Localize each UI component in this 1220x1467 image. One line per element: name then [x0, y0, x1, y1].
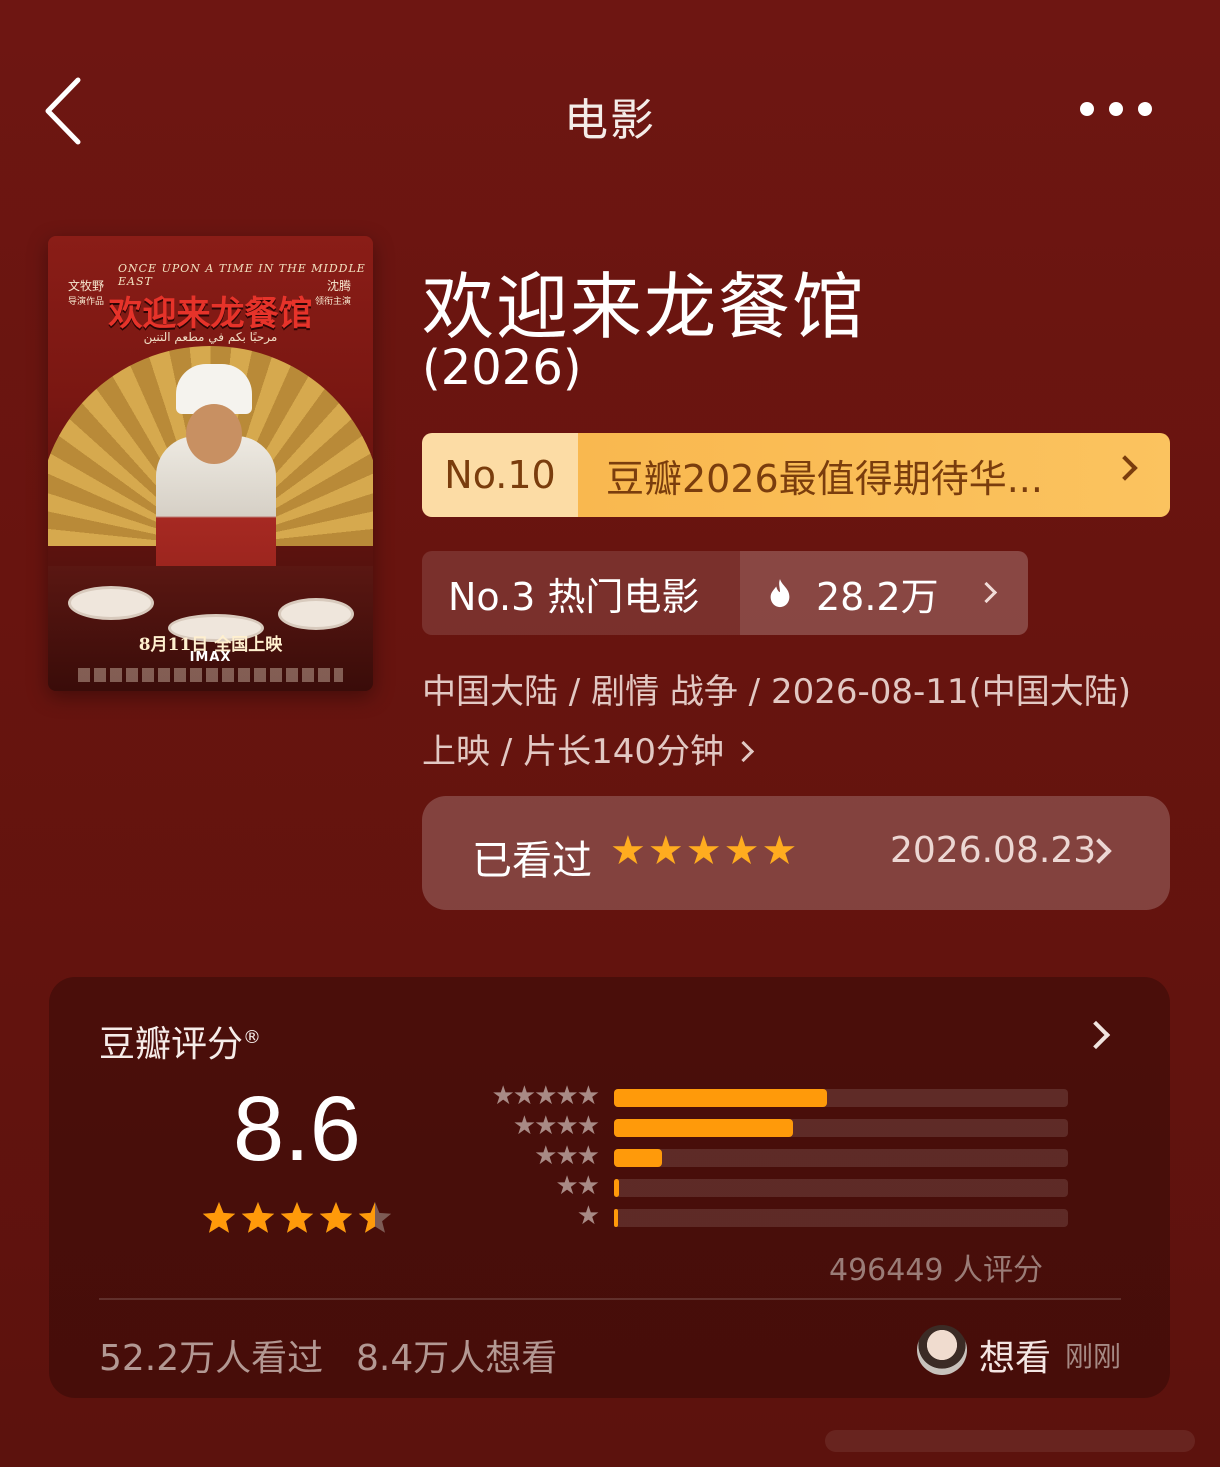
distribution-track: [614, 1149, 1068, 1167]
page-title: 电影: [564, 95, 656, 146]
rating-count: 496449 人评分: [829, 1253, 1044, 1288]
divider: [99, 1298, 1121, 1300]
distribution-stars-label: ★: [576, 1201, 600, 1231]
poster-credits: [78, 668, 343, 682]
distribution-track: [614, 1209, 1068, 1227]
more-dot-icon: [1080, 102, 1094, 116]
flame-icon: [770, 578, 790, 608]
registered-mark: ®: [243, 1027, 262, 1048]
ranking-list-banner[interactable]: No.10 豆瓣2026最值得期待华...: [422, 433, 1170, 517]
ranking-number: No.10: [422, 433, 578, 517]
movie-meta-more[interactable]: 上映 / 片长140分钟: [422, 724, 755, 773]
want-to-watch-button[interactable]: 想看: [979, 1329, 1051, 1381]
more-dot-icon: [1109, 102, 1123, 116]
movie-year: (2026): [422, 340, 582, 396]
star-filled-icon: [319, 1202, 353, 1233]
distribution-stars-label: ★★★★★: [491, 1081, 600, 1111]
more-options-button[interactable]: [1080, 96, 1152, 122]
distribution-bar: [614, 1089, 828, 1107]
hot-count-box: 28.2万: [740, 551, 1028, 635]
rating-distribution-row: ★★★★★: [429, 1081, 1069, 1111]
top-navigation-bar: 电影: [0, 0, 1220, 220]
my-rating-stars: ★★★★★: [610, 828, 800, 874]
home-indicator: [825, 1430, 1195, 1452]
rating-distribution-row: ★★: [429, 1171, 1069, 1201]
douban-rating-card: 豆瓣评分® 8.6 ★★★★★ ★★★★ ★★★ ★★ ★ 496449 人评分 52.…: [49, 977, 1170, 1398]
rating-detail-chevron-icon[interactable]: [1081, 1020, 1111, 1050]
distribution-bar: [614, 1179, 620, 1197]
rating-title: 豆瓣评分®: [99, 1024, 262, 1065]
distribution-track: [614, 1089, 1068, 1107]
chevron-right-icon: [732, 740, 755, 763]
star-filled-icon: [241, 1202, 275, 1233]
poster-chinese-title: 欢迎来龙餐馆: [108, 294, 313, 334]
watched-count: 52.2万人看过: [99, 1338, 324, 1379]
distribution-track: [614, 1119, 1068, 1137]
rating-distribution-row: ★★★: [429, 1141, 1069, 1171]
poster-arabic-title: مرحبًا بكم في مطعم التنين: [143, 330, 278, 344]
watched-label: 已看过: [472, 838, 592, 884]
star-filled-icon: [202, 1202, 236, 1233]
distribution-bar: [614, 1119, 794, 1137]
rating-stars: [202, 1202, 392, 1233]
action-timestamp: 刚刚: [1065, 1340, 1122, 1373]
movie-meta-line: 上映 / 片长140分钟: [422, 732, 724, 772]
rating-distribution-row: ★: [429, 1201, 1069, 1231]
star-filled-icon: [280, 1202, 314, 1233]
movie-poster[interactable]: 文牧野 导演作品 沈腾 领衔主演 ONCE UPON A TIME IN THE…: [48, 236, 373, 691]
hot-rank: No.3 热门电影: [422, 551, 740, 635]
distribution-track: [614, 1179, 1068, 1197]
movie-meta-line: 中国大陆 / 剧情 战争 / 2026-08-11(中国大陆): [422, 672, 1132, 712]
poster-english-title: ONCE UPON A TIME IN THE MIDDLE EAST: [118, 262, 366, 288]
rating-distribution-row: ★★★★: [429, 1111, 1069, 1141]
my-rating-card[interactable]: 已看过 ★★★★★ 2026.08.23: [422, 796, 1170, 910]
rating-score: 8.6: [233, 1078, 361, 1180]
distribution-bar: [614, 1209, 618, 1227]
ranking-list-name: 豆瓣2026最值得期待华...: [578, 433, 1170, 517]
more-dot-icon: [1138, 102, 1152, 116]
poster-chef-head: [186, 404, 242, 464]
distribution-stars-label: ★★★: [534, 1141, 600, 1171]
chevron-right-icon: [975, 581, 998, 604]
movie-title: 欢迎来龙餐馆: [422, 265, 867, 349]
watched-date: 2026.08.23: [890, 830, 1097, 871]
hot-movie-banner[interactable]: No.3 热门电影 28.2万: [422, 551, 1028, 635]
distribution-stars-label: ★★★★: [512, 1111, 600, 1141]
want-count: 8.4万人想看: [356, 1338, 558, 1379]
distribution-bar: [614, 1149, 662, 1167]
poster-dish: [278, 598, 354, 630]
poster-imax-logo: IMAX: [189, 650, 232, 665]
hot-count-value: 28.2万: [816, 574, 939, 619]
distribution-stars-label: ★★: [555, 1171, 600, 1201]
poster-dish: [68, 586, 154, 620]
user-avatar[interactable]: [917, 1325, 967, 1375]
